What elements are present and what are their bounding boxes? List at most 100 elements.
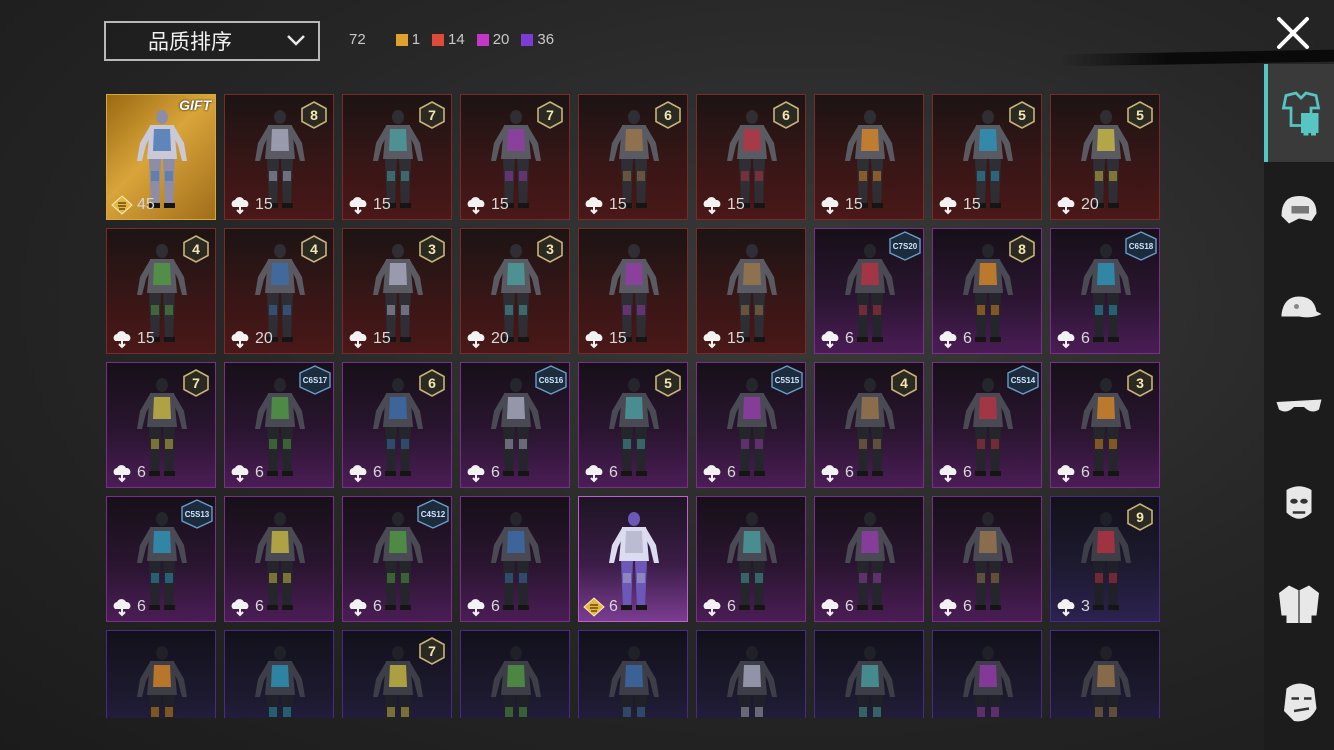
outfit-card[interactable]: 86 — [932, 228, 1042, 354]
season-label: C6S17 — [302, 375, 328, 385]
cloud-token-icon — [113, 465, 131, 483]
sidebar-tab-face[interactable] — [1264, 652, 1334, 750]
card-value-text: 6 — [845, 330, 854, 347]
card-value: 15 — [582, 195, 627, 215]
outfit-card[interactable]: 46 — [814, 362, 924, 488]
cloud-token-icon — [939, 599, 957, 617]
outfit-card[interactable]: 6 — [814, 496, 924, 622]
season-badge: C6S18 — [1125, 231, 1157, 261]
outfit-card[interactable]: C6S16 6 — [460, 362, 570, 488]
outfit-card[interactable]: C6S17 6 — [224, 362, 334, 488]
sidebar-tab-helmet[interactable] — [1264, 162, 1334, 260]
card-value-text: 6 — [609, 598, 618, 615]
outfit-card[interactable]: 6 15 — [696, 94, 806, 220]
level-badge-value: 6 — [428, 375, 436, 391]
outfit-card[interactable]: 6 — [696, 496, 806, 622]
card-value-text: 6 — [137, 598, 146, 615]
outfit-card[interactable] — [932, 630, 1042, 718]
quality-count-value: 20 — [492, 31, 510, 48]
outfit-card[interactable]: 3 20 — [460, 228, 570, 354]
cloud-token-icon — [821, 331, 839, 349]
outfit-card[interactable] — [1050, 630, 1160, 718]
outfit-card[interactable] — [224, 630, 334, 718]
sidebar-tab-cap[interactable] — [1264, 260, 1334, 358]
season-label: C5S13 — [184, 509, 210, 519]
card-value: 6 — [464, 463, 500, 483]
card-value-text: 6 — [727, 464, 736, 481]
outfit-card[interactable] — [814, 630, 924, 718]
card-value: 3 — [1054, 597, 1090, 617]
cloud-token-icon — [113, 331, 131, 349]
level-badge-value: 6 — [782, 107, 790, 123]
close-button[interactable] — [1274, 14, 1312, 52]
cloud-token-icon — [467, 599, 485, 617]
sidebar-tab-jacket[interactable] — [1264, 554, 1334, 652]
level-badge-value: 4 — [900, 375, 908, 391]
outfit-card[interactable]: 6 — [932, 496, 1042, 622]
level-badge: 5 — [1127, 101, 1153, 129]
outfit-card[interactable]: C5S15 6 — [696, 362, 806, 488]
outfit-card[interactable]: 36 — [1050, 362, 1160, 488]
level-badge-value: 5 — [664, 375, 672, 391]
outfit-card[interactable]: 5 15 — [932, 94, 1042, 220]
outfit-figure — [255, 646, 305, 718]
sidebar-tab-mask[interactable] — [1264, 456, 1334, 554]
card-value-text: 6 — [373, 598, 382, 615]
outfit-card[interactable]: 15 — [696, 228, 806, 354]
outfit-card[interactable]: 6 15 — [578, 94, 688, 220]
card-value: 15 — [346, 329, 391, 349]
sort-dropdown[interactable]: 品质排序 — [104, 21, 320, 61]
outfit-card[interactable]: 7 — [342, 630, 452, 718]
outfit-card[interactable]: 4 15 — [106, 228, 216, 354]
level-badge: 8 — [301, 101, 327, 129]
outfit-card[interactable]: 66 — [342, 362, 452, 488]
outfit-card[interactable]: 6 — [578, 496, 688, 622]
outfit-card[interactable]: 7 15 — [460, 94, 570, 220]
outfit-card[interactable]: C5S13 6 — [106, 496, 216, 622]
outfit-card[interactable]: C6S18 6 — [1050, 228, 1160, 354]
outfit-card[interactable]: 8 15 — [224, 94, 334, 220]
outfit-card[interactable]: 5 20 — [1050, 94, 1160, 220]
card-value: 6 — [110, 463, 146, 483]
card-value-text: 20 — [255, 330, 273, 347]
card-value-text: 6 — [963, 330, 972, 347]
sidebar-tab-glasses[interactable] — [1264, 358, 1334, 456]
outfit-card[interactable]: 3 15 — [342, 228, 452, 354]
outfit-card[interactable]: 7 15 — [342, 94, 452, 220]
outfit-card[interactable]: 6 — [460, 496, 570, 622]
card-value: 15 — [464, 195, 509, 215]
outfit-card[interactable]: C7S20 6 — [814, 228, 924, 354]
quality-swatch — [476, 33, 489, 46]
card-value-text: 15 — [137, 330, 155, 347]
outfit-card[interactable]: C5S14 6 — [932, 362, 1042, 488]
card-value-text: 6 — [255, 598, 264, 615]
outfit-card[interactable]: 93 — [1050, 496, 1160, 622]
outfit-card[interactable]: 56 — [578, 362, 688, 488]
chevron-down-icon — [287, 35, 305, 46]
outfit-card[interactable]: 76 — [106, 362, 216, 488]
outfit-card[interactable] — [460, 630, 570, 718]
outfit-card[interactable]: 4 20 — [224, 228, 334, 354]
cloud-token-icon — [703, 465, 721, 483]
level-badge-value: 7 — [192, 375, 200, 391]
face-icon — [1284, 683, 1317, 722]
outfit-card[interactable]: 15 — [814, 94, 924, 220]
outfit-card[interactable] — [106, 630, 216, 718]
cloud-token-icon — [585, 465, 603, 483]
premium-token-icon — [583, 597, 605, 617]
cap-icon — [1281, 296, 1322, 318]
season-badge: C5S13 — [181, 499, 213, 529]
outfit-card[interactable] — [578, 630, 688, 718]
level-badge-value: 4 — [192, 241, 200, 257]
outfit-card[interactable]: GIFT 45 — [106, 94, 216, 220]
card-value-text: 20 — [1081, 196, 1099, 213]
outfit-card[interactable]: 6 — [224, 496, 334, 622]
cloud-token-icon — [703, 331, 721, 349]
season-badge: C6S16 — [535, 365, 567, 395]
sidebar-tab-outfit[interactable] — [1264, 64, 1334, 162]
outfit-card[interactable]: 15 — [578, 228, 688, 354]
card-value-text: 15 — [373, 330, 391, 347]
outfit-card[interactable]: C4S12 6 — [342, 496, 452, 622]
outfit-card[interactable] — [696, 630, 806, 718]
level-badge-value: 7 — [428, 107, 436, 123]
